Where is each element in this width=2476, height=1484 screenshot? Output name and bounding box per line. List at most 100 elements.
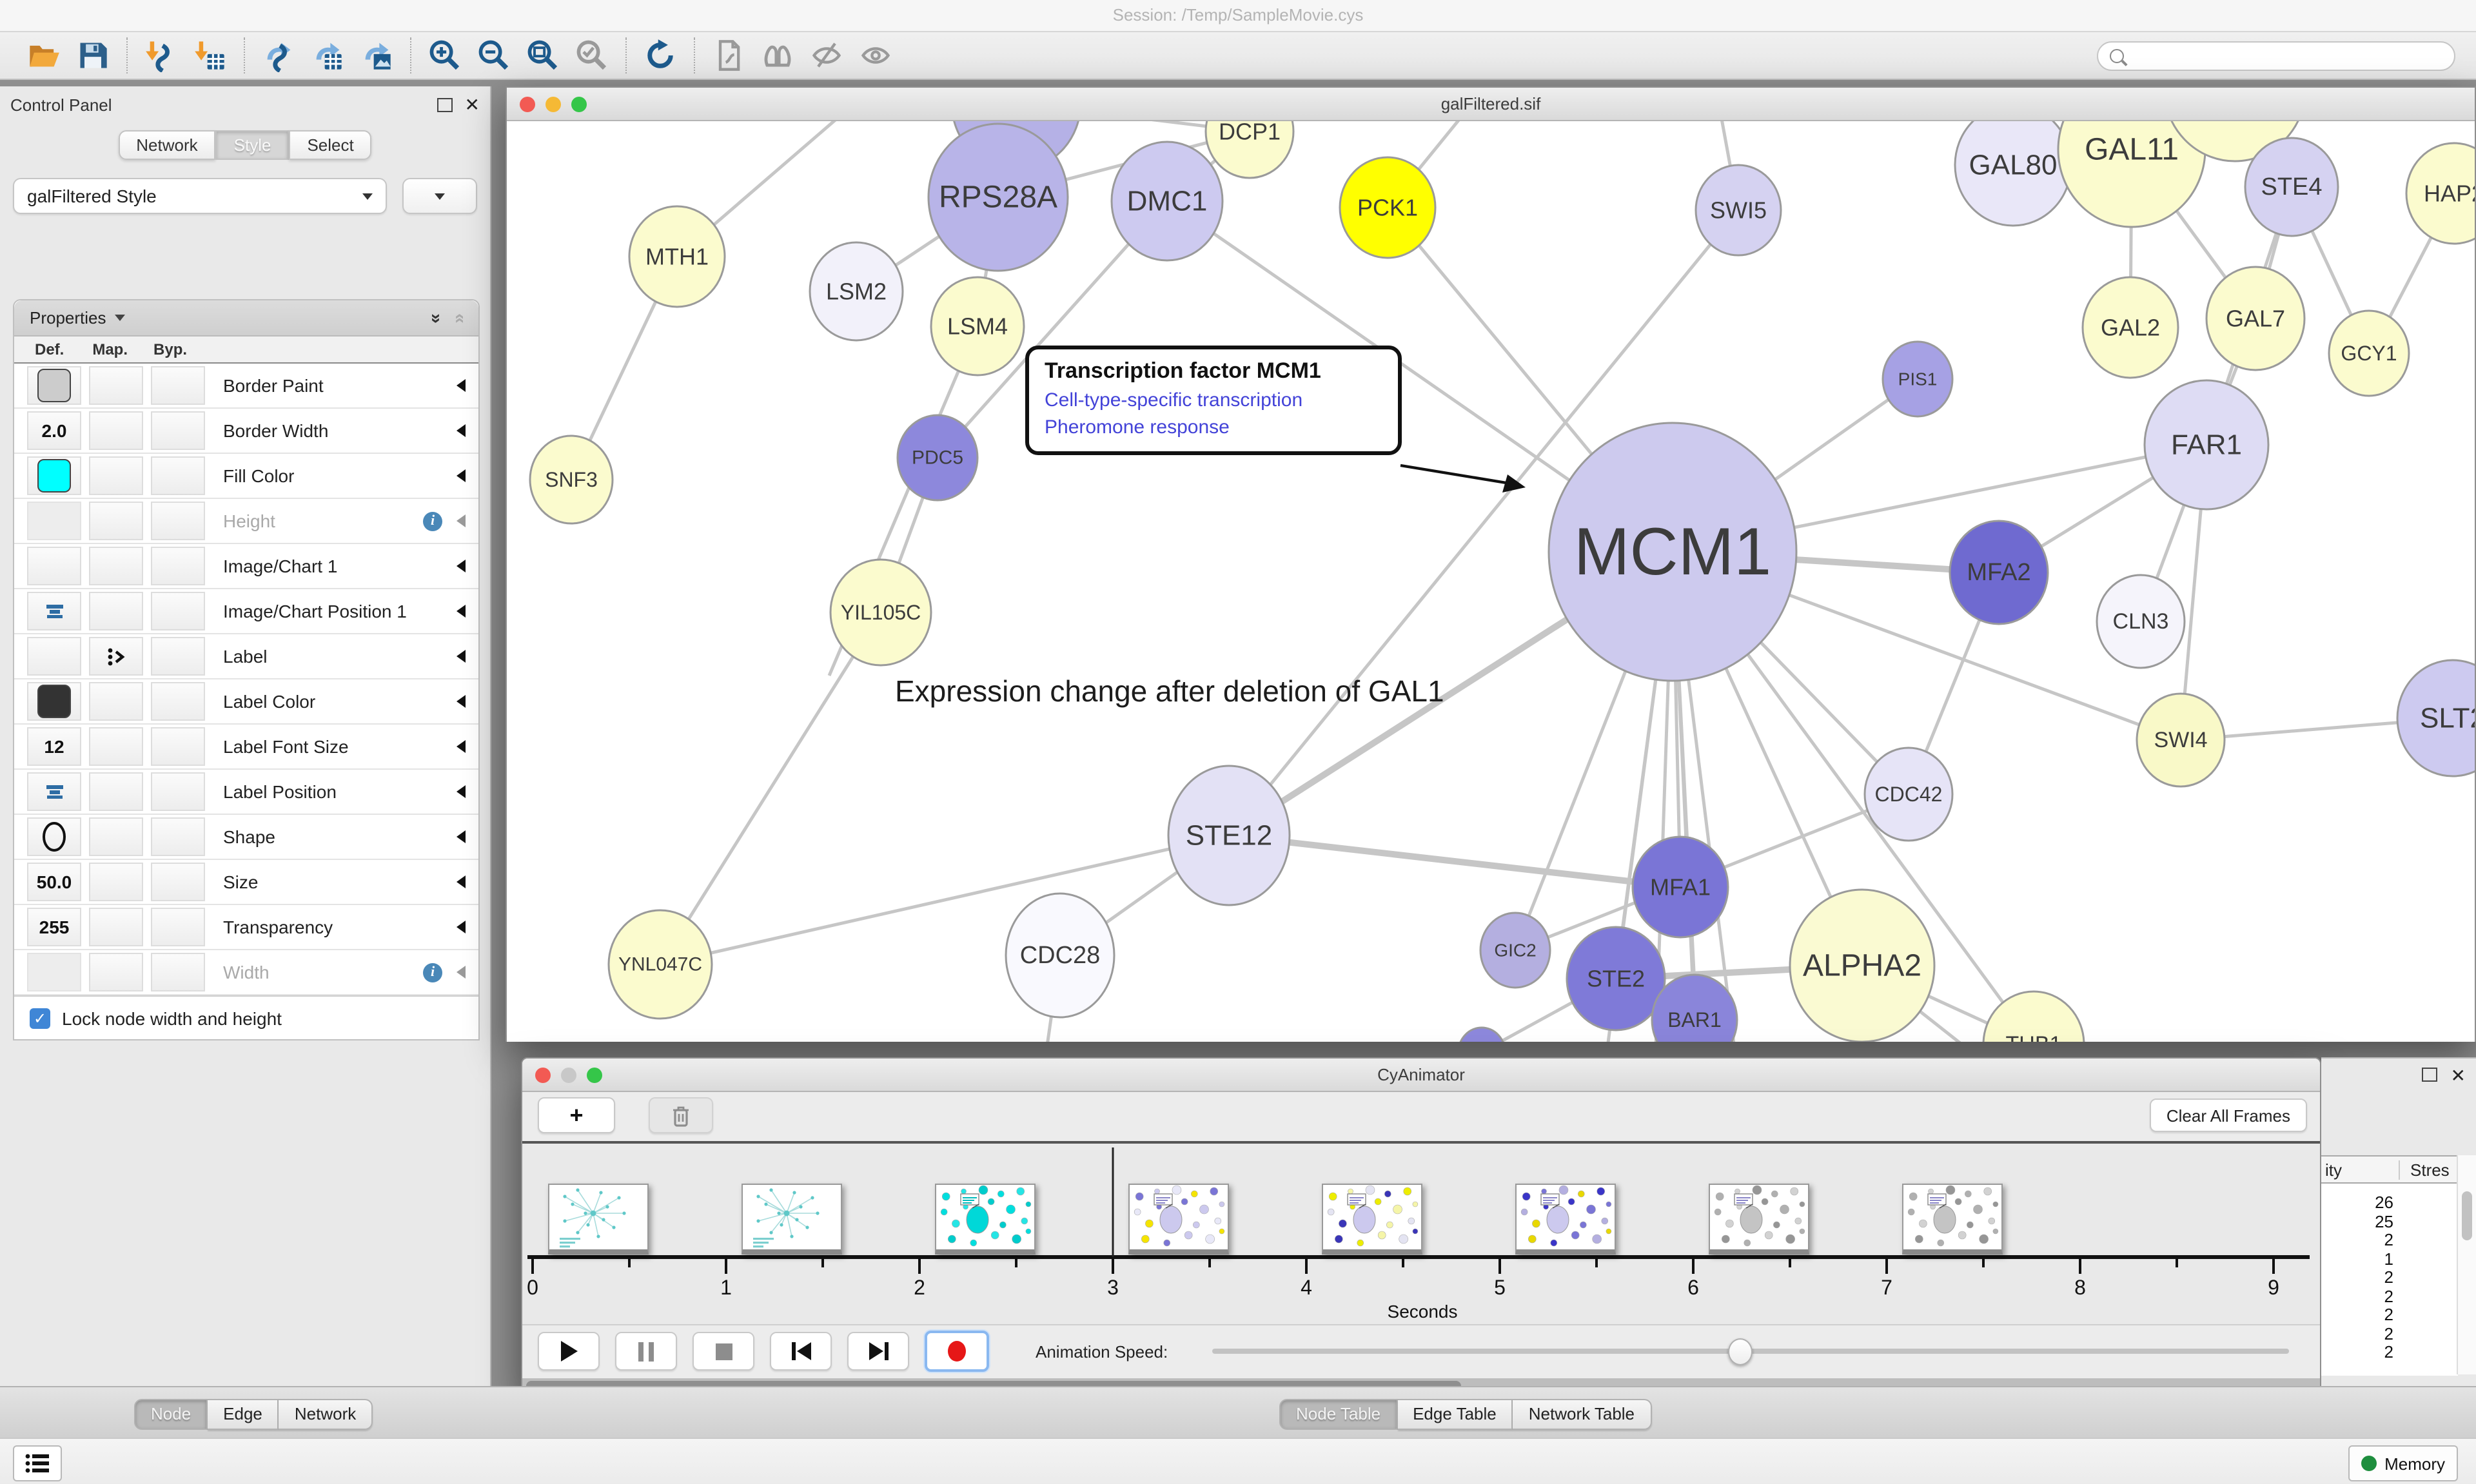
table-cell[interactable]: 2 <box>2321 1269 2393 1287</box>
bypass-cell[interactable] <box>151 411 205 450</box>
table-cell[interactable]: 1 <box>2321 1250 2393 1269</box>
tab-style[interactable]: Style <box>216 130 290 160</box>
table-column-header[interactable]: Stres <box>2399 1160 2450 1179</box>
bypass-cell[interactable] <box>151 727 205 766</box>
node-swi5[interactable]: SWI5 <box>1696 165 1781 255</box>
tab-select[interactable]: Select <box>289 130 371 160</box>
mapping-cell[interactable] <box>89 366 143 405</box>
clear-all-frames-button[interactable]: Clear All Frames <box>2150 1098 2307 1132</box>
node-ste4[interactable]: STE4 <box>2245 138 2338 236</box>
refresh-view-icon[interactable] <box>644 39 677 72</box>
lock-size-row[interactable]: ✓ Lock node width and height <box>14 995 478 1039</box>
export-image-icon[interactable] <box>360 39 393 72</box>
tab-network[interactable]: Network <box>118 130 215 160</box>
zoom-window-icon[interactable] <box>587 1067 602 1082</box>
property-row-label-font-size[interactable]: 12Label Font Size <box>14 725 478 770</box>
expand-row-icon[interactable] <box>457 830 466 843</box>
animation-speed-slider[interactable] <box>1212 1349 2289 1354</box>
default-value-cell[interactable]: 2.0 <box>27 411 81 450</box>
zoom-selected-icon[interactable] <box>575 39 609 72</box>
search-input[interactable] <box>2097 41 2455 70</box>
annotation-box[interactable]: Transcription factor MCM1 Cell-type-spec… <box>1025 346 1402 455</box>
zoom-window-icon[interactable] <box>571 96 587 112</box>
node-alpha2[interactable]: ALPHA2 <box>1790 890 1934 1042</box>
edge[interactable] <box>660 835 1229 964</box>
search-network-icon[interactable] <box>761 39 794 72</box>
expand-row-icon[interactable] <box>457 514 466 527</box>
expand-row-icon[interactable] <box>457 740 466 753</box>
stop-button[interactable] <box>693 1332 754 1371</box>
node-cln3[interactable]: CLN3 <box>2097 575 2185 668</box>
bypass-cell[interactable] <box>151 953 205 991</box>
open-session-icon[interactable] <box>27 39 61 72</box>
mapping-cell[interactable] <box>89 727 143 766</box>
frame-thumbnail-6[interactable] <box>1709 1184 1809 1255</box>
bypass-cell[interactable] <box>151 547 205 585</box>
style-selector[interactable]: galFiltered Style <box>13 178 387 214</box>
network-canvas[interactable]: DCP1RPS28ADMC1PCK1SWI5GAL80GAL11STE4HAP2… <box>507 121 2475 1042</box>
export-network-icon[interactable] <box>262 39 295 72</box>
export-table-icon[interactable] <box>311 39 344 72</box>
expand-row-icon[interactable] <box>457 695 466 708</box>
network-caption[interactable]: Expression change after deletion of GAL1 <box>895 674 1444 709</box>
bypass-cell[interactable] <box>151 637 205 676</box>
expand-row-icon[interactable] <box>457 605 466 618</box>
table-cell[interactable]: 26 <box>2321 1194 2393 1213</box>
default-value-cell[interactable] <box>27 772 81 811</box>
expand-row-icon[interactable] <box>457 966 466 979</box>
zoom-out-icon[interactable] <box>477 39 511 72</box>
bypass-cell[interactable] <box>151 863 205 901</box>
node-ste2[interactable]: STE2 <box>1567 927 1665 1030</box>
network-window-titlebar[interactable]: galFiltered.sif <box>507 88 2475 121</box>
add-frame-button[interactable]: + <box>538 1097 615 1133</box>
property-row-fill-color[interactable]: Fill Color <box>14 454 478 499</box>
expand-row-icon[interactable] <box>457 560 466 572</box>
zoom-fit-icon[interactable] <box>526 39 560 72</box>
expand-row-icon[interactable] <box>457 921 466 933</box>
record-button[interactable] <box>925 1331 989 1372</box>
frame-thumbnail-5[interactable] <box>1515 1184 1616 1255</box>
expand-row-icon[interactable] <box>457 785 466 798</box>
table-cell[interactable]: 2 <box>2321 1343 2393 1362</box>
node-mth1[interactable]: MTH1 <box>629 206 725 307</box>
import-table-icon[interactable] <box>193 39 227 72</box>
table-cell[interactable]: 25 <box>2321 1213 2393 1231</box>
node-mcm1[interactable]: MCM1 <box>1549 423 1796 681</box>
zoom-in-icon[interactable] <box>428 39 462 72</box>
frame-thumbnail-4[interactable] <box>1322 1184 1422 1255</box>
node-lsm4[interactable]: LSM4 <box>931 277 1024 375</box>
node-lsm2[interactable]: LSM2 <box>810 242 903 340</box>
expand-row-icon[interactable] <box>457 379 466 392</box>
node-ste12[interactable]: STE12 <box>1168 766 1290 905</box>
show-labels-icon[interactable] <box>859 39 892 72</box>
timeline[interactable]: 0123456789Seconds <box>522 1141 2320 1324</box>
mapping-cell[interactable] <box>89 456 143 495</box>
mapping-cell[interactable] <box>89 817 143 856</box>
close-panel-icon[interactable]: ✕ <box>465 98 480 111</box>
last-frame-button[interactable] <box>847 1332 909 1371</box>
float-panel-icon[interactable] <box>2422 1068 2438 1082</box>
table-tab-network-table[interactable]: Network Table <box>1513 1399 1651 1430</box>
edge[interactable] <box>1229 835 1680 887</box>
node-rps28a[interactable]: RPS28A <box>928 124 1068 271</box>
bypass-cell[interactable] <box>151 817 205 856</box>
node-cdc28[interactable]: CDC28 <box>1006 893 1114 1017</box>
default-value-cell[interactable] <box>27 456 81 495</box>
default-value-cell[interactable] <box>27 637 81 676</box>
mapping-cell[interactable] <box>89 682 143 721</box>
close-window-icon[interactable] <box>535 1067 551 1082</box>
node-far1[interactable]: FAR1 <box>2145 380 2268 509</box>
hide-labels-icon[interactable] <box>810 39 843 72</box>
property-row-transparency[interactable]: 255Transparency <box>14 905 478 950</box>
cyanimator-titlebar[interactable]: CyAnimator <box>522 1059 2320 1092</box>
close-panel-icon[interactable]: ✕ <box>2451 1068 2466 1081</box>
expand-all-icon[interactable]: » <box>431 313 444 323</box>
bypass-cell[interactable] <box>151 772 205 811</box>
expand-row-icon[interactable] <box>457 650 466 663</box>
mapping-cell[interactable] <box>89 953 143 991</box>
info-icon[interactable]: i <box>423 511 442 531</box>
properties-header[interactable]: Properties » » <box>14 300 478 337</box>
mapping-cell[interactable] <box>89 592 143 630</box>
node-cdc42[interactable]: CDC42 <box>1865 748 1952 841</box>
import-network-icon[interactable] <box>144 39 178 72</box>
